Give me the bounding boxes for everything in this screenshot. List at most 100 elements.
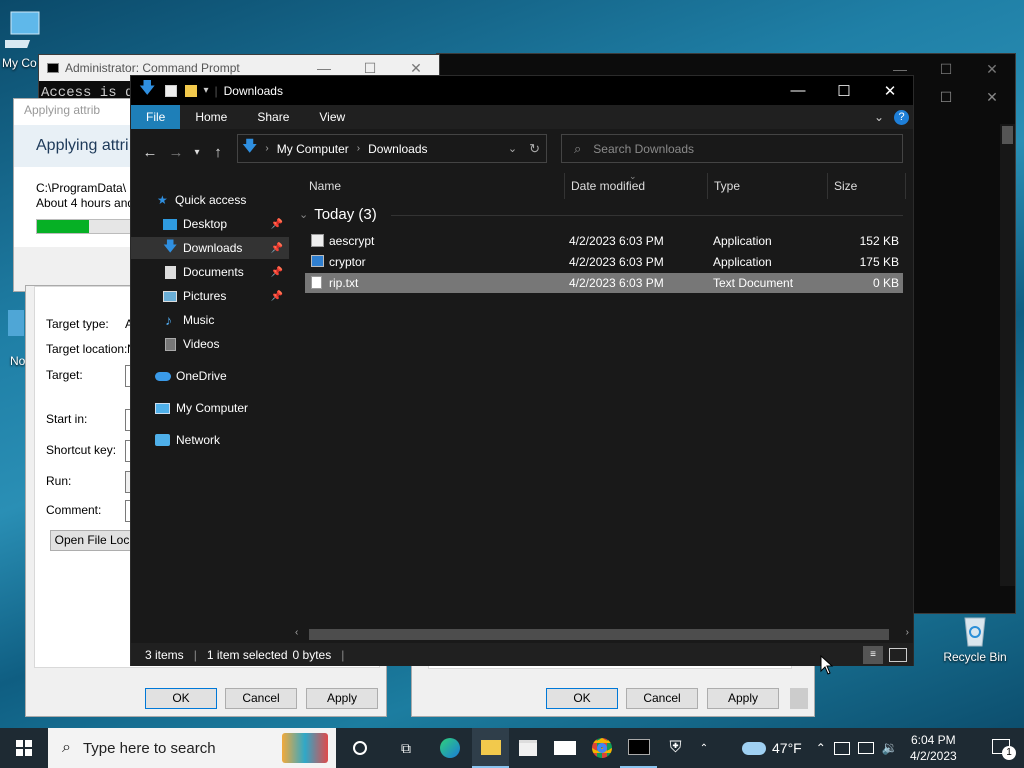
properties-icon[interactable] (165, 84, 178, 97)
star-icon: ★ (157, 193, 168, 207)
quick-toolbar-dropdown-icon[interactable]: ▾ (203, 85, 208, 96)
nav-onedrive[interactable]: OneDrive (131, 365, 289, 387)
clock[interactable]: 6:04 PM 4/2/2023 (910, 732, 957, 764)
close-icon[interactable]: ✕ (969, 61, 1015, 78)
back-arrow-icon[interactable]: ← (137, 144, 163, 161)
apply-button[interactable]: Apply (707, 688, 779, 709)
cortana-button[interactable] (336, 728, 384, 768)
applying-attributes-dialog[interactable]: Applying attrib Applying attri C:\Progra… (13, 98, 143, 292)
task-view-button[interactable]: ⧉ (384, 728, 428, 768)
ok-button[interactable]: OK (145, 688, 217, 709)
maximize-icon[interactable]: ☐ (923, 82, 969, 112)
refresh-icon[interactable]: ↻ (529, 141, 540, 157)
scroll-right-icon[interactable]: › (906, 627, 909, 638)
group-header-today[interactable]: ⌄ Today (3) (299, 206, 377, 223)
expand-ribbon-icon[interactable]: ⌄ (874, 110, 884, 124)
scrollbar-thumb[interactable] (309, 629, 889, 640)
nav-music[interactable]: ♪ Music (131, 309, 289, 331)
file-size: 152 KB (859, 234, 899, 248)
file-explorer-window[interactable]: 🡇 ▾ | Downloads — ☐ ✕ File Home Share Vi… (130, 75, 914, 666)
help-icon[interactable]: ? (894, 109, 909, 125)
nav-desktop[interactable]: Desktop 📌 (131, 213, 289, 235)
apply-button[interactable]: Apply (306, 688, 378, 709)
volume-icon[interactable]: 🔉 (882, 740, 898, 756)
nav-documents[interactable]: Documents 📌 (131, 261, 289, 283)
up-arrow-icon[interactable]: ↑ (205, 144, 231, 161)
network-status-icon[interactable] (833, 741, 850, 755)
notifications-button[interactable]: 1 (992, 739, 1016, 760)
taskbar-search-box[interactable]: ⌕ Type here to search (48, 728, 336, 768)
taskbar-security[interactable]: ⛨ (657, 728, 694, 768)
nav-network[interactable]: Network (131, 429, 289, 451)
details-view-icon[interactable]: ≡ (863, 645, 883, 664)
weather-widget[interactable]: 47°F (742, 740, 802, 756)
cancel-button[interactable]: Cancel (225, 688, 297, 709)
scrollbar-thumb[interactable] (1002, 126, 1013, 144)
close-icon[interactable]: ✕ (867, 76, 913, 105)
mouse-cursor-icon (820, 655, 834, 675)
scroll-left-icon[interactable]: ‹ (295, 627, 298, 638)
breadcrumb-my-computer[interactable]: My Computer (277, 142, 349, 156)
nav-pictures[interactable]: Pictures 📌 (131, 285, 289, 307)
tab-home[interactable]: Home (180, 105, 242, 129)
nav-downloads[interactable]: 🡇 Downloads 📌 (131, 237, 289, 259)
pin-icon[interactable]: 📌 (271, 243, 283, 254)
nav-videos[interactable]: Videos (131, 333, 289, 355)
maximize-icon[interactable]: ☐ (347, 60, 393, 77)
ok-button[interactable]: OK (546, 688, 618, 709)
close-icon[interactable]: ✕ (969, 82, 1015, 112)
column-header-type[interactable]: Type (708, 173, 828, 199)
column-header-size[interactable]: Size (828, 173, 906, 199)
tab-view[interactable]: View (304, 105, 360, 129)
search-input[interactable]: Search Downloads (593, 142, 694, 156)
show-hidden-icons-icon[interactable]: ⌃ (816, 741, 826, 755)
console-scrollbar[interactable] (1000, 124, 1015, 586)
file-row-rip-txt[interactable]: rip.txt 4/2/2023 6:03 PM Text Document 0… (305, 273, 903, 293)
forward-arrow-icon[interactable]: → (163, 144, 189, 161)
search-box[interactable]: ⌕ Search Downloads (561, 134, 903, 163)
close-icon[interactable]: ✕ (393, 60, 439, 77)
nav-my-computer[interactable]: My Computer (131, 397, 289, 419)
large-icons-view-icon[interactable] (889, 647, 907, 662)
taskbar-overflow[interactable]: ⌃ (694, 728, 714, 768)
tab-share[interactable]: Share (242, 105, 304, 129)
taskbar-search-input[interactable]: Type here to search (83, 740, 216, 757)
taskbar-chrome[interactable] (583, 728, 620, 768)
computer-icon (5, 11, 40, 48)
collapse-chevron-icon[interactable]: ⌄ (299, 208, 308, 221)
recent-locations-icon[interactable]: ▾ (189, 147, 205, 158)
column-header-name[interactable]: Name (303, 173, 565, 199)
file-row-aescrypt[interactable]: aescrypt 4/2/2023 6:03 PM Application 15… (305, 231, 903, 251)
taskbar-file-explorer[interactable] (472, 728, 509, 768)
horizontal-scrollbar[interactable]: ‹ › (291, 627, 913, 642)
nav-quick-access[interactable]: ★ Quick access (131, 189, 289, 211)
taskbar-cmd[interactable] (620, 728, 657, 768)
breadcrumb-downloads[interactable]: Downloads (368, 142, 427, 156)
start-button[interactable] (0, 728, 48, 768)
windows-logo-icon (16, 740, 32, 756)
desktop-icon-recycle-bin[interactable]: Recycle Bin (935, 612, 1015, 664)
taskbar-mail[interactable] (546, 728, 583, 768)
minimize-icon[interactable]: — (775, 76, 821, 105)
display-icon[interactable] (857, 742, 874, 754)
maximize-icon[interactable]: ☐ (821, 76, 867, 105)
maximize-icon[interactable]: ☐ (923, 61, 969, 78)
pin-icon[interactable]: 📌 (271, 267, 283, 278)
recycle-bin-icon (964, 617, 986, 647)
pin-icon[interactable]: 📌 (271, 219, 283, 230)
minimize-icon[interactable]: — (301, 60, 347, 77)
open-file-location-button[interactable]: Open File Loc (50, 530, 134, 551)
cancel-button[interactable]: Cancel (626, 688, 698, 709)
address-bar[interactable]: 🡇 › My Computer › Downloads ⌄ ↻ (237, 134, 547, 163)
taskbar-store[interactable] (509, 728, 546, 768)
address-dropdown-icon[interactable]: ⌄ (508, 142, 517, 155)
column-header-date-modified[interactable]: Date modified ⌄ (565, 171, 708, 199)
sort-indicator-icon: ⌄ (629, 171, 637, 181)
weather-temperature: 47°F (772, 740, 802, 756)
taskbar-edge[interactable] (428, 728, 472, 768)
pin-icon[interactable]: 📌 (271, 291, 283, 302)
new-folder-icon[interactable] (185, 84, 198, 97)
status-separator: | (193, 647, 197, 662)
tab-file[interactable]: File (131, 105, 181, 129)
file-row-cryptor[interactable]: cryptor 4/2/2023 6:03 PM Application 175… (305, 252, 903, 272)
